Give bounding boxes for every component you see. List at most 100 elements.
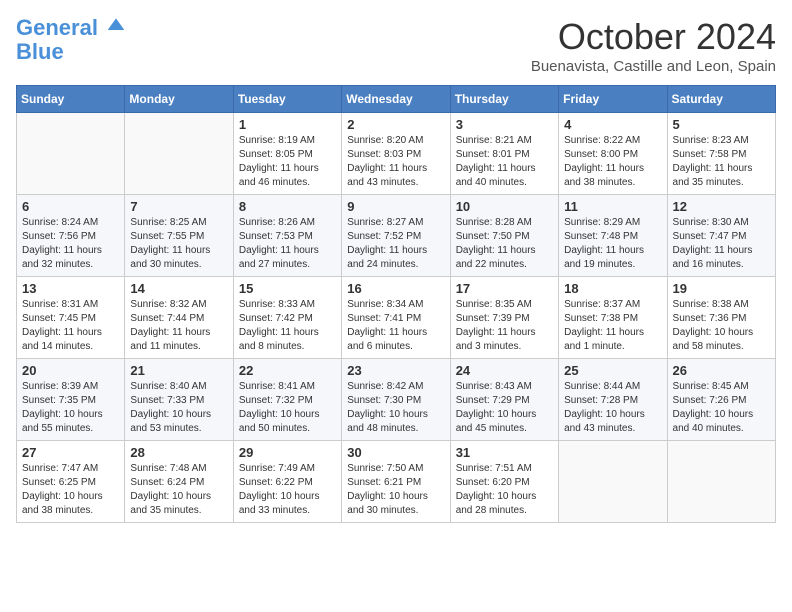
- calendar-cell: [667, 441, 775, 523]
- day-info: Sunrise: 8:30 AM Sunset: 7:47 PM Dayligh…: [673, 216, 770, 272]
- day-info: Sunrise: 8:45 AM Sunset: 7:26 PM Dayligh…: [673, 380, 770, 436]
- calendar-cell: 28 Sunrise: 7:48 AM Sunset: 6:24 PM Dayli…: [125, 441, 233, 523]
- location-text: Buenavista, Castille and Leon, Spain: [531, 58, 776, 75]
- calendar-week-row: 6 Sunrise: 8:24 AM Sunset: 7:56 PM Daylig…: [17, 195, 776, 277]
- day-number: 28: [130, 445, 227, 460]
- day-info: Sunrise: 8:32 AM Sunset: 7:44 PM Dayligh…: [130, 298, 227, 354]
- day-number: 5: [673, 117, 770, 132]
- day-number: 22: [239, 363, 336, 378]
- day-number: 6: [22, 199, 119, 214]
- calendar-cell: 12 Sunrise: 8:30 AM Sunset: 7:47 PM Dayli…: [667, 195, 775, 277]
- title-block: October 2024 Buenavista, Castille and Le…: [531, 16, 776, 75]
- calendar-cell: 21 Sunrise: 8:40 AM Sunset: 7:33 PM Dayli…: [125, 359, 233, 441]
- calendar-cell: 20 Sunrise: 8:39 AM Sunset: 7:35 PM Dayli…: [17, 359, 125, 441]
- day-info: Sunrise: 8:25 AM Sunset: 7:55 PM Dayligh…: [130, 216, 227, 272]
- day-info: Sunrise: 7:50 AM Sunset: 6:21 PM Dayligh…: [347, 462, 444, 518]
- day-number: 19: [673, 281, 770, 296]
- day-number: 12: [673, 199, 770, 214]
- day-info: Sunrise: 8:40 AM Sunset: 7:33 PM Dayligh…: [130, 380, 227, 436]
- calendar-cell: 16 Sunrise: 8:34 AM Sunset: 7:41 PM Dayli…: [342, 277, 450, 359]
- day-info: Sunrise: 7:48 AM Sunset: 6:24 PM Dayligh…: [130, 462, 227, 518]
- day-info: Sunrise: 8:31 AM Sunset: 7:45 PM Dayligh…: [22, 298, 119, 354]
- day-number: 29: [239, 445, 336, 460]
- day-info: Sunrise: 8:20 AM Sunset: 8:03 PM Dayligh…: [347, 134, 444, 190]
- calendar-cell: 15 Sunrise: 8:33 AM Sunset: 7:42 PM Dayli…: [233, 277, 341, 359]
- day-number: 18: [564, 281, 661, 296]
- weekday-header-saturday: Saturday: [667, 86, 775, 113]
- weekday-header-sunday: Sunday: [17, 86, 125, 113]
- day-info: Sunrise: 8:39 AM Sunset: 7:35 PM Dayligh…: [22, 380, 119, 436]
- weekday-header-wednesday: Wednesday: [342, 86, 450, 113]
- day-info: Sunrise: 8:21 AM Sunset: 8:01 PM Dayligh…: [456, 134, 553, 190]
- day-number: 16: [347, 281, 444, 296]
- logo-text: General Blue: [16, 16, 126, 64]
- day-info: Sunrise: 8:34 AM Sunset: 7:41 PM Dayligh…: [347, 298, 444, 354]
- day-number: 4: [564, 117, 661, 132]
- day-info: Sunrise: 8:41 AM Sunset: 7:32 PM Dayligh…: [239, 380, 336, 436]
- logo: General Blue: [16, 16, 126, 64]
- calendar-cell: [125, 113, 233, 195]
- calendar-cell: 14Sunrise: 8:32 AM Sunset: 7:44 PM Dayli…: [125, 277, 233, 359]
- calendar-cell: 9 Sunrise: 8:27 AM Sunset: 7:52 PM Daylig…: [342, 195, 450, 277]
- day-info: Sunrise: 8:43 AM Sunset: 7:29 PM Dayligh…: [456, 380, 553, 436]
- day-info: Sunrise: 8:24 AM Sunset: 7:56 PM Dayligh…: [22, 216, 119, 272]
- calendar-cell: 19Sunrise: 8:38 AM Sunset: 7:36 PM Dayli…: [667, 277, 775, 359]
- calendar-cell: [559, 441, 667, 523]
- day-number: 9: [347, 199, 444, 214]
- weekday-header-thursday: Thursday: [450, 86, 558, 113]
- calendar-cell: 26Sunrise: 8:45 AM Sunset: 7:26 PM Dayli…: [667, 359, 775, 441]
- calendar-cell: 2 Sunrise: 8:20 AM Sunset: 8:03 PM Daylig…: [342, 113, 450, 195]
- month-title: October 2024: [531, 16, 776, 58]
- calendar-cell: 11Sunrise: 8:29 AM Sunset: 7:48 PM Dayli…: [559, 195, 667, 277]
- day-number: 15: [239, 281, 336, 296]
- day-number: 1: [239, 117, 336, 132]
- day-number: 13: [22, 281, 119, 296]
- day-number: 27: [22, 445, 119, 460]
- day-number: 2: [347, 117, 444, 132]
- calendar-cell: [17, 113, 125, 195]
- calendar-cell: 6 Sunrise: 8:24 AM Sunset: 7:56 PM Daylig…: [17, 195, 125, 277]
- page-header: General Blue October 2024 Buenavista, Ca…: [16, 16, 776, 75]
- calendar-cell: 10Sunrise: 8:28 AM Sunset: 7:50 PM Dayli…: [450, 195, 558, 277]
- day-info: Sunrise: 8:33 AM Sunset: 7:42 PM Dayligh…: [239, 298, 336, 354]
- calendar-week-row: 13 Sunrise: 8:31 AM Sunset: 7:45 PM Dayli…: [17, 277, 776, 359]
- calendar-week-row: 1Sunrise: 8:19 AM Sunset: 8:05 PM Daylig…: [17, 113, 776, 195]
- calendar-cell: 27 Sunrise: 7:47 AM Sunset: 6:25 PM Dayli…: [17, 441, 125, 523]
- calendar-cell: 17 Sunrise: 8:35 AM Sunset: 7:39 PM Dayli…: [450, 277, 558, 359]
- day-number: 25: [564, 363, 661, 378]
- calendar-table: SundayMondayTuesdayWednesdayThursdayFrid…: [16, 85, 776, 523]
- day-number: 20: [22, 363, 119, 378]
- calendar-week-row: 20 Sunrise: 8:39 AM Sunset: 7:35 PM Dayli…: [17, 359, 776, 441]
- calendar-cell: 7Sunrise: 8:25 AM Sunset: 7:55 PM Daylig…: [125, 195, 233, 277]
- day-info: Sunrise: 8:42 AM Sunset: 7:30 PM Dayligh…: [347, 380, 444, 436]
- day-number: 31: [456, 445, 553, 460]
- day-info: Sunrise: 7:51 AM Sunset: 6:20 PM Dayligh…: [456, 462, 553, 518]
- weekday-header-monday: Monday: [125, 86, 233, 113]
- calendar-cell: 18 Sunrise: 8:37 AM Sunset: 7:38 PM Dayli…: [559, 277, 667, 359]
- calendar-cell: 5 Sunrise: 8:23 AM Sunset: 7:58 PM Daylig…: [667, 113, 775, 195]
- calendar-cell: 25Sunrise: 8:44 AM Sunset: 7:28 PM Dayli…: [559, 359, 667, 441]
- calendar-cell: 1Sunrise: 8:19 AM Sunset: 8:05 PM Daylig…: [233, 113, 341, 195]
- day-info: Sunrise: 7:47 AM Sunset: 6:25 PM Dayligh…: [22, 462, 119, 518]
- day-info: Sunrise: 8:29 AM Sunset: 7:48 PM Dayligh…: [564, 216, 661, 272]
- day-number: 30: [347, 445, 444, 460]
- day-info: Sunrise: 8:26 AM Sunset: 7:53 PM Dayligh…: [239, 216, 336, 272]
- day-number: 10: [456, 199, 553, 214]
- calendar-cell: 23Sunrise: 8:42 AM Sunset: 7:30 PM Dayli…: [342, 359, 450, 441]
- weekday-header-tuesday: Tuesday: [233, 86, 341, 113]
- day-info: Sunrise: 8:22 AM Sunset: 8:00 PM Dayligh…: [564, 134, 661, 190]
- day-info: Sunrise: 8:27 AM Sunset: 7:52 PM Dayligh…: [347, 216, 444, 272]
- day-info: Sunrise: 8:35 AM Sunset: 7:39 PM Dayligh…: [456, 298, 553, 354]
- calendar-cell: 8Sunrise: 8:26 AM Sunset: 7:53 PM Daylig…: [233, 195, 341, 277]
- day-number: 17: [456, 281, 553, 296]
- day-info: Sunrise: 8:23 AM Sunset: 7:58 PM Dayligh…: [673, 134, 770, 190]
- calendar-cell: 13 Sunrise: 8:31 AM Sunset: 7:45 PM Dayli…: [17, 277, 125, 359]
- calendar-week-row: 27 Sunrise: 7:47 AM Sunset: 6:25 PM Dayli…: [17, 441, 776, 523]
- day-info: Sunrise: 8:37 AM Sunset: 7:38 PM Dayligh…: [564, 298, 661, 354]
- calendar-cell: 29Sunrise: 7:49 AM Sunset: 6:22 PM Dayli…: [233, 441, 341, 523]
- weekday-header-friday: Friday: [559, 86, 667, 113]
- calendar-cell: 24Sunrise: 8:43 AM Sunset: 7:29 PM Dayli…: [450, 359, 558, 441]
- calendar-header-row: SundayMondayTuesdayWednesdayThursdayFrid…: [17, 86, 776, 113]
- calendar-cell: 22 Sunrise: 8:41 AM Sunset: 7:32 PM Dayli…: [233, 359, 341, 441]
- day-number: 21: [130, 363, 227, 378]
